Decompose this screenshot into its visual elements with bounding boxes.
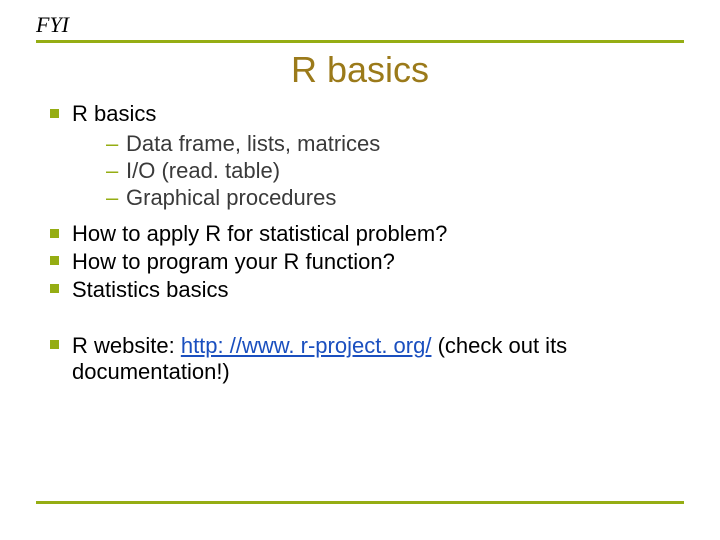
sub-item: I/O (read. table) <box>106 158 684 184</box>
bullet-list-2: R website: http: //www. r-project. org/ … <box>36 333 684 385</box>
bullet-program-r: How to program your R function? <box>50 249 684 275</box>
bottom-divider <box>36 501 684 504</box>
sub-list: Data frame, lists, matrices I/O (read. t… <box>72 131 684 211</box>
top-divider <box>36 40 684 43</box>
header-fyi: FYI <box>36 12 684 38</box>
bullet-list: R basics Data frame, lists, matrices I/O… <box>36 101 684 303</box>
bullet-apply-r: How to apply R for statistical problem? <box>50 221 684 247</box>
bullet-r-basics: R basics Data frame, lists, matrices I/O… <box>50 101 684 211</box>
content-area: R basics Data frame, lists, matrices I/O… <box>36 101 684 385</box>
r-project-link[interactable]: http: //www. r-project. org/ <box>181 333 432 358</box>
bullet-label: R basics <box>72 101 156 126</box>
bullet-r-website: R website: http: //www. r-project. org/ … <box>50 333 684 385</box>
slide: FYI R basics R basics Data frame, lists,… <box>0 0 720 540</box>
bullet-statistics-basics: Statistics basics <box>50 277 684 303</box>
sub-item: Data frame, lists, matrices <box>106 131 684 157</box>
slide-title: R basics <box>36 49 684 91</box>
spacer <box>36 305 684 331</box>
sub-item: Graphical procedures <box>106 185 684 211</box>
website-pre-text: R website: <box>72 333 181 358</box>
